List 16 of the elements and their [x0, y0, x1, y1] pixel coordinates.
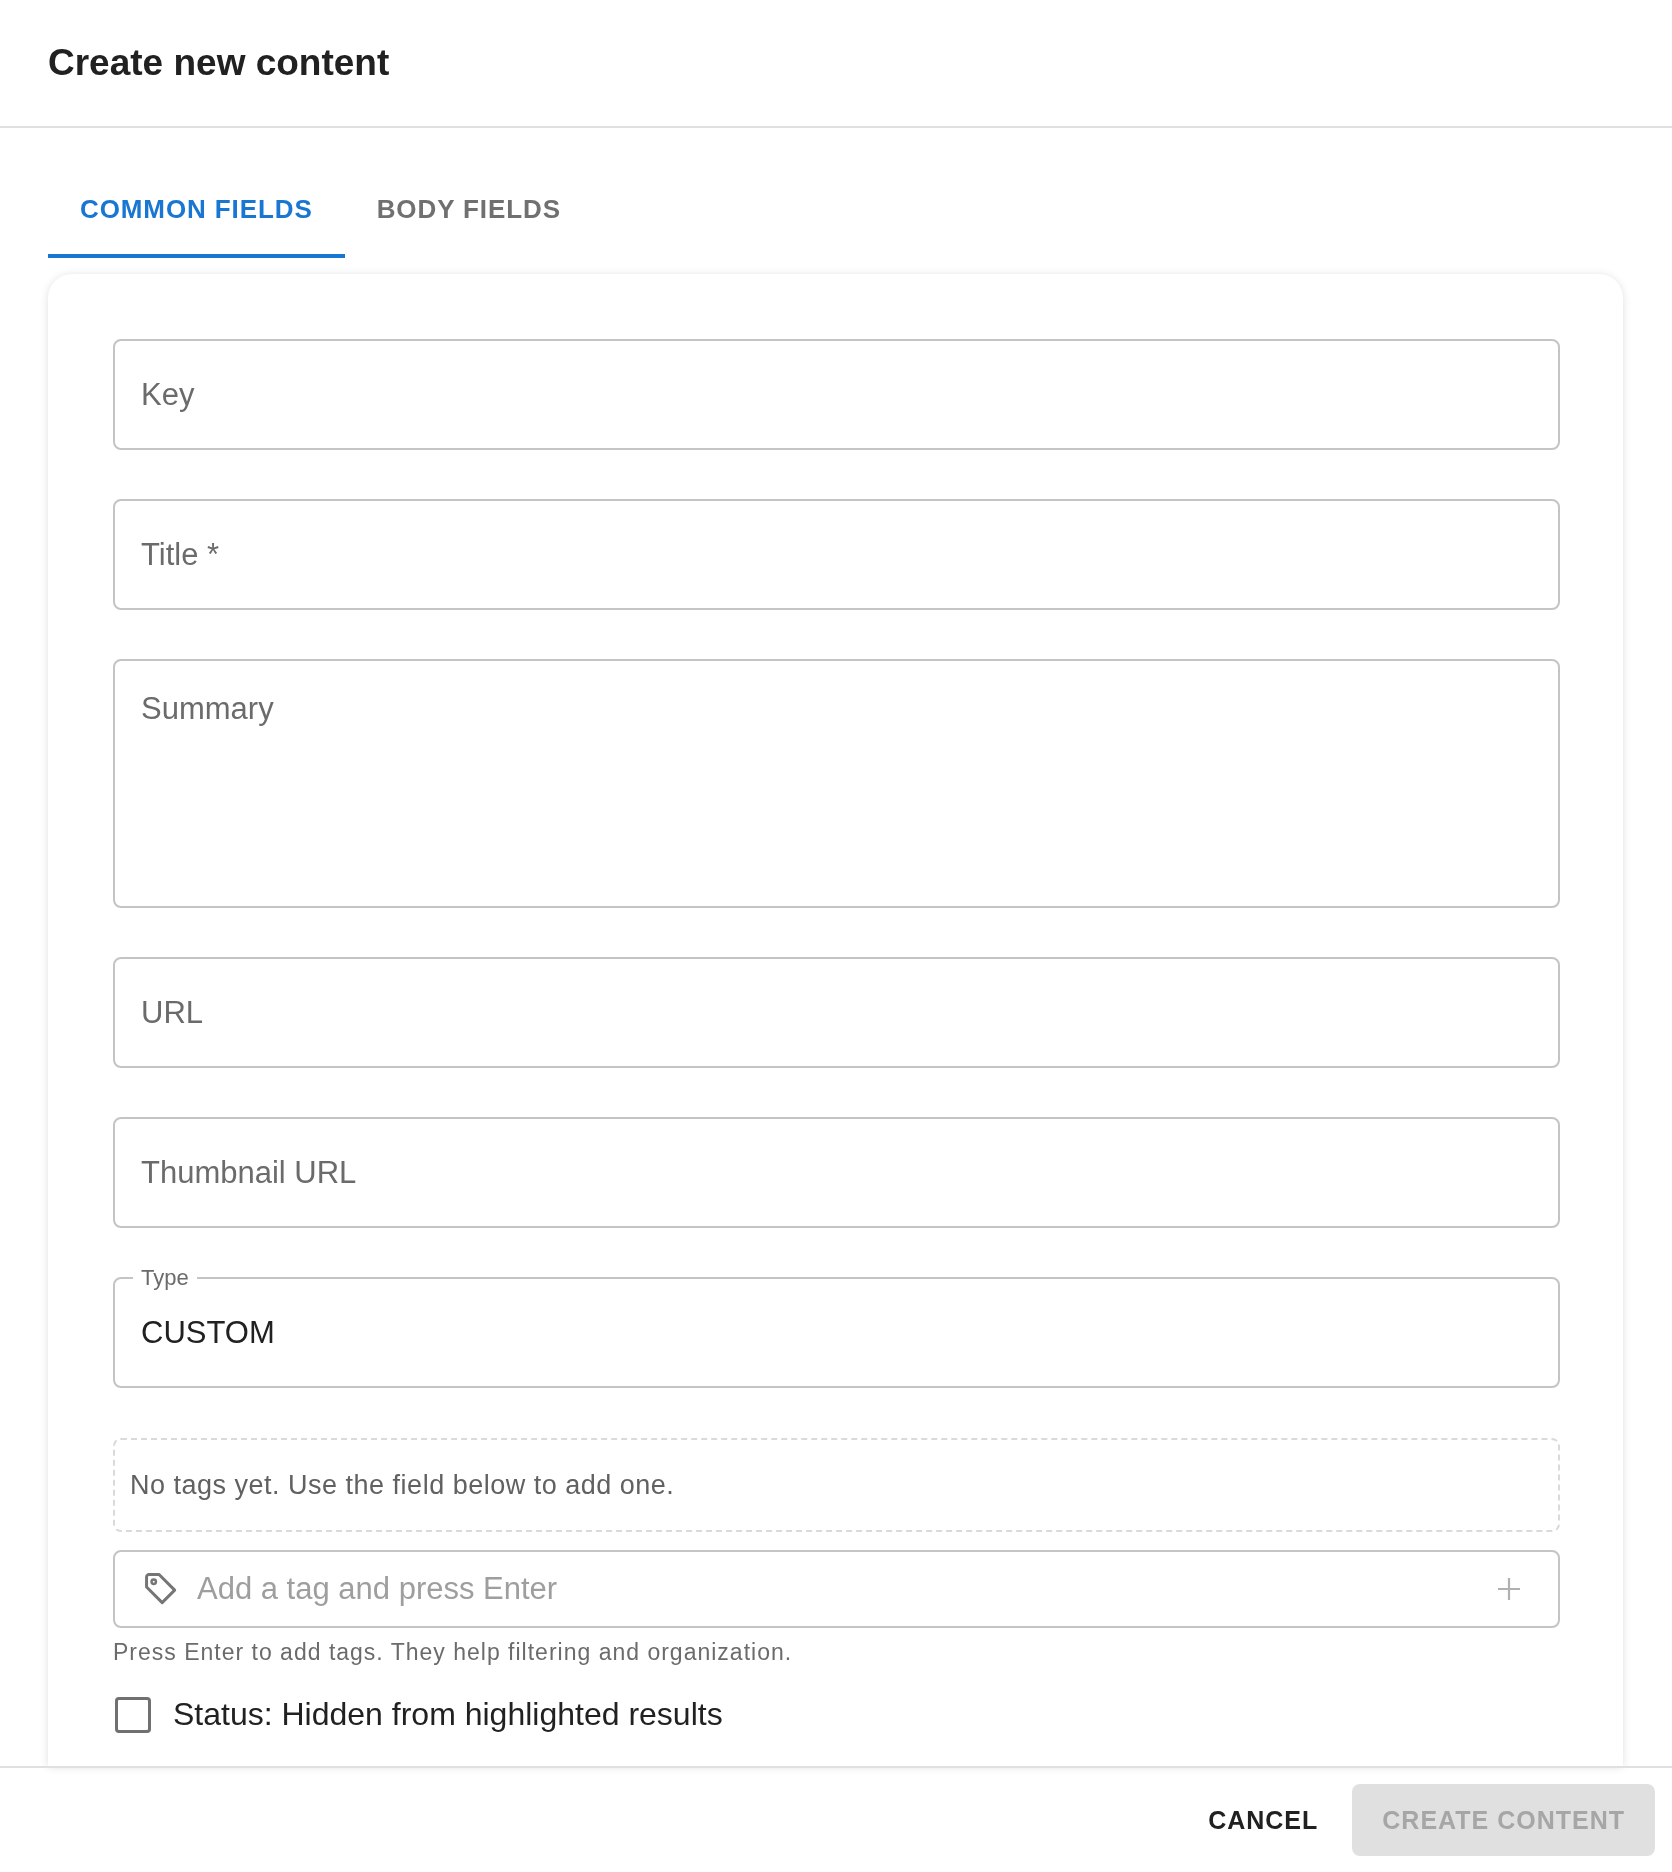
- tag-input-field[interactable]: Add a tag and press Enter: [113, 1550, 1560, 1628]
- text-field[interactable]: URL: [113, 957, 1560, 1068]
- helper-text: Press Enter to add tags. They help filtering and organization.: [113, 1638, 793, 1666]
- checkbox-label: Status: Hidden from highlighted results: [173, 1696, 723, 1733]
- tab[interactable]: COMMON FIELDS: [48, 160, 345, 258]
- dialog-title: Create new content: [48, 42, 390, 84]
- tab[interactable]: BODY FIELDS: [344, 160, 593, 258]
- cancel-button[interactable]: CANCEL: [1192, 1784, 1335, 1856]
- text-field[interactable]: Key: [113, 339, 1560, 450]
- empty-tags-message: No tags yet. Use the field below to add one.: [113, 1438, 1560, 1532]
- tag-icon: [145, 1573, 177, 1605]
- checkbox[interactable]: [115, 1696, 151, 1733]
- text-field[interactable]: Thumbnail URL: [113, 1117, 1560, 1228]
- field-label: Type: [140, 1265, 190, 1291]
- text-area-field[interactable]: Summary: [113, 659, 1560, 908]
- text-field[interactable]: Title *: [113, 499, 1560, 610]
